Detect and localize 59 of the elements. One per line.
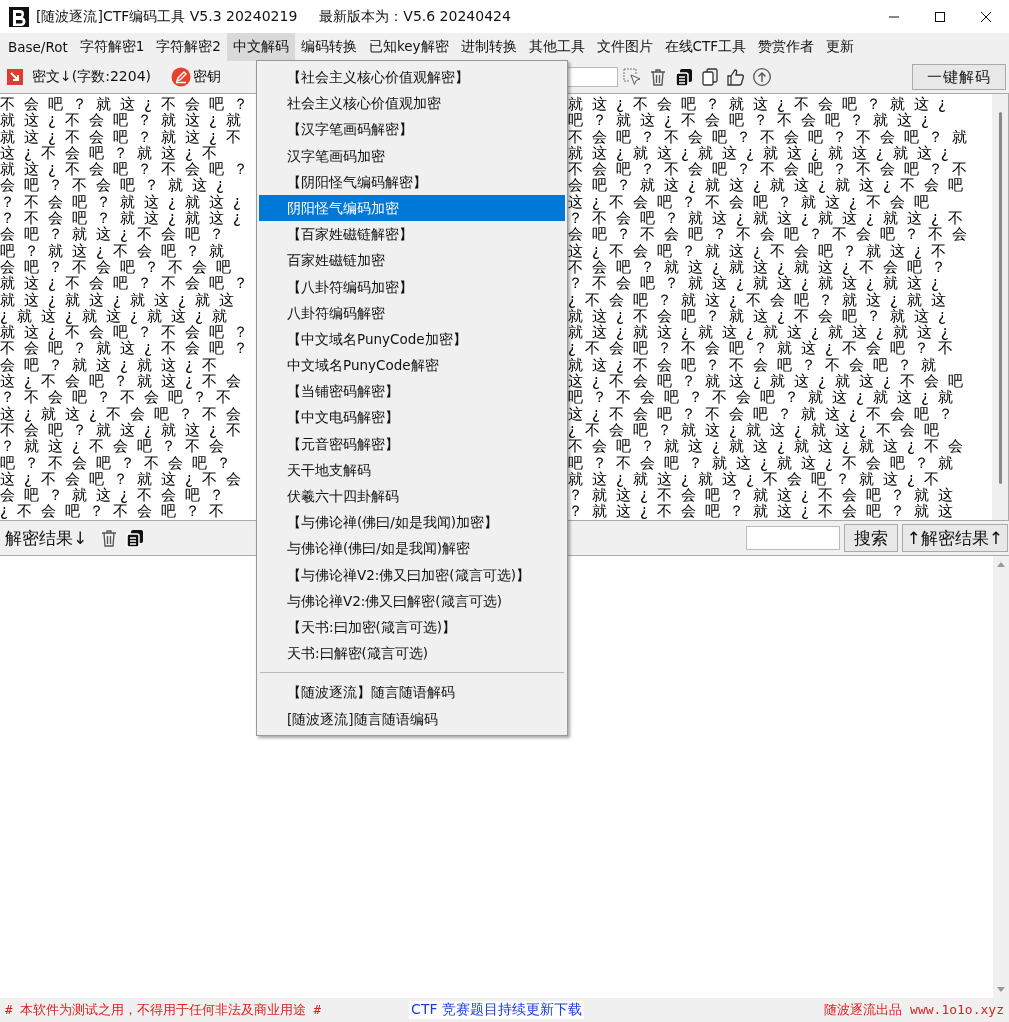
text-line: 会吧？就这¿就这¿就这¿就这¿不会吧 (568, 177, 972, 194)
text-line: 就这¿不会吧？就这¿不 (0, 128, 251, 145)
credit-text: 随波逐流出品 www.1o1o.xyz (824, 1001, 1004, 1019)
text-line: 吧？不会吧？不会吧？ (0, 454, 241, 471)
text-line: 不会吧？不会吧？不会吧？不会吧？不 (568, 161, 976, 178)
text-line: 就这¿就这¿就这¿就这 (0, 291, 244, 308)
cipher-label: 密文↓(字数:2204) (32, 68, 151, 86)
text-line: 不会吧？不会吧？不会吧？不会吧？就 (568, 128, 976, 145)
text-line: 不会吧？就这¿不会吧？ (0, 340, 258, 357)
text-line: ？不会吧？就这¿就这¿就这¿就这¿不 (568, 210, 972, 227)
text-line: 就这¿不会吧？不会吧？ (0, 275, 258, 292)
text-line: 这¿不会吧？就这¿不会 (0, 373, 251, 390)
text-line: ¿不会吧？不会吧？不 (0, 503, 234, 520)
text-line: 吧？就这¿不会吧？就 (0, 242, 234, 259)
latest-version-text: 最新版本为：V5.6 20240424 (319, 7, 511, 26)
text-line: ？就这¿不会吧？就这¿不会吧？就这 (568, 487, 962, 504)
window-title: [随波逐流]CTF编码工具 V5.3 20240219 (36, 7, 298, 26)
text-line: 这¿不会吧？就这¿不会 (0, 470, 251, 488)
text-line: 就这¿不会吧？不会吧？不会吧？就 (568, 356, 945, 374)
text-line: 会吧？不会吧？不会吧？不会吧？不会 (568, 226, 976, 243)
text-line: 不会吧？就这¿不会吧？ (0, 96, 258, 113)
text-line: ？不会吧？就这¿就这¿ (0, 193, 251, 211)
text-line: 这¿不会吧？就这¿不会吧？就这¿不 (568, 242, 955, 259)
text-line: 吧？不会吧？就这¿就这¿不会吧？就 (568, 454, 962, 471)
text-line: ¿不会吧？不会吧？就这¿不会吧？不 (568, 340, 962, 357)
text-line: ？不会吧？就这¿就这¿ (0, 210, 251, 227)
text-line: 就这¿不会吧？就这¿就 (0, 112, 251, 129)
text-line: ？就这¿不会吧？就这¿不会吧？就这 (568, 503, 962, 520)
text-line: 会吧？就这¿不会吧？ (0, 226, 234, 243)
text-line: 就这¿不会吧？就这¿不会吧？就这¿ (568, 96, 955, 113)
text-line: ¿不会吧？就这¿不会吧？就这¿就这 (568, 291, 955, 308)
text-line: 就这¿不会吧？就这¿不会吧？就这¿ (568, 307, 955, 325)
text-line: 会吧？不会吧？就这¿ (0, 177, 234, 194)
text-line: 就这¿就这¿就这¿不会吧？就这¿不 (568, 470, 948, 488)
text-line: 这¿不会吧？就这¿不 (0, 144, 226, 162)
text-line: 就这¿就这¿就这¿就这¿就这¿就这¿ (568, 144, 958, 162)
text-line: 这¿不会吧？不会吧？就这¿不会吧 (568, 193, 938, 211)
text-line: 就这¿不会吧？不会吧？ (0, 161, 258, 178)
text-line: 吧？就这¿不会吧？不会吧？就这¿ (568, 112, 938, 129)
text-line: ¿不会吧？就这¿就这¿就这¿不会吧 (568, 421, 948, 439)
text-line: ¿就这¿就这¿就这¿就 (0, 307, 237, 325)
text-line: 吧？不会吧？不会吧？就这¿就这¿就 (568, 389, 962, 406)
text-line: 不会吧？就这¿就这¿不 (0, 421, 251, 439)
text-line: 就这¿不会吧？不会吧？ (0, 324, 258, 341)
text-line: ？不会吧？不会吧？不 (0, 389, 241, 406)
key-label: 密钥 (193, 68, 221, 86)
text-line: 会吧？不会吧？不会吧 (0, 258, 241, 276)
text-line: 会吧？就这¿就这¿不 (0, 356, 227, 374)
text-line: ？不会吧？就这¿就这¿就这¿就这¿ (568, 275, 948, 292)
text-line: ？就这¿不会吧？不会 (0, 438, 234, 455)
text-line: 不会吧？就这¿就这¿就这¿不会吧？ (568, 258, 955, 276)
text-line: 就这¿就这¿就这¿就这¿就这¿就这¿ (568, 324, 958, 341)
result-label: 解密结果↓ (5, 526, 88, 550)
disclaimer-text: # 本软件为测试之用，不得用于任何非法及商业用途 # (5, 1001, 322, 1019)
text-line: 这¿不会吧？不会吧？就这¿不会吧？ (568, 405, 962, 422)
text-line: 不会吧？就这¿就这¿就这¿就这¿不会 (568, 438, 972, 455)
text-line: 这¿就这¿不会吧？不会 (0, 405, 251, 422)
text-line: 这¿不会吧？就这¿就这¿就这¿不会吧 (568, 373, 972, 390)
text-line: 会吧？就这¿不会吧？ (0, 487, 234, 504)
